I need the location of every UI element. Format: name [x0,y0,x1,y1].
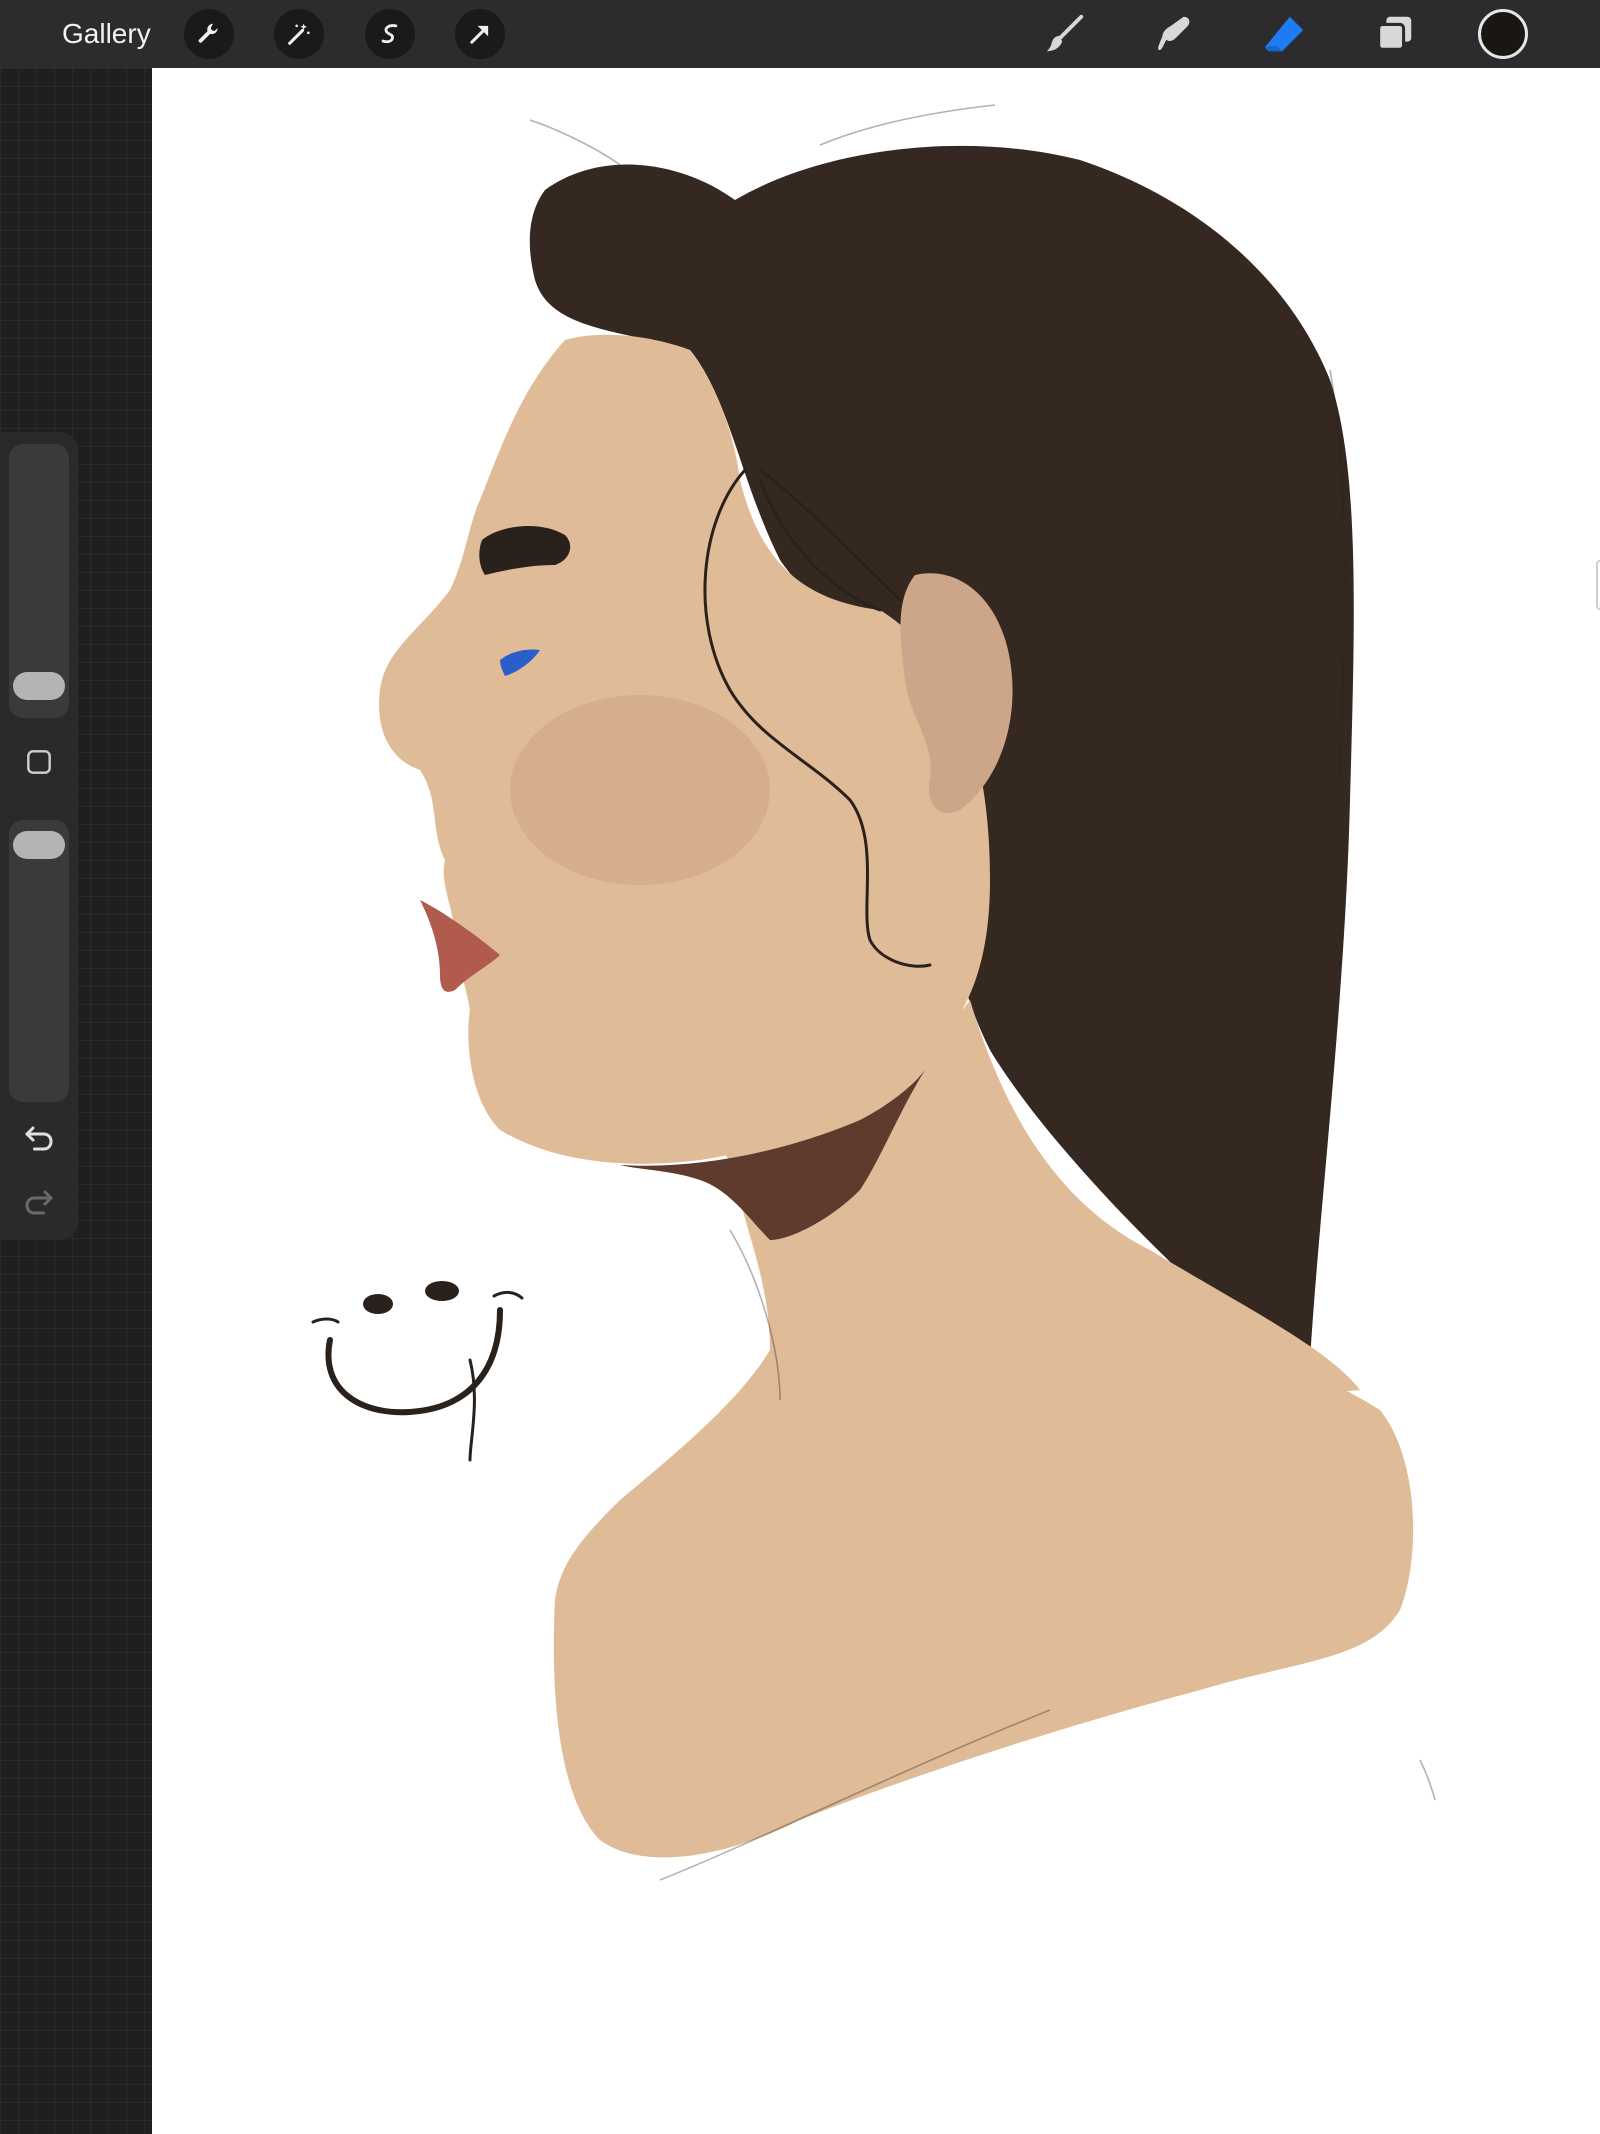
redo-button[interactable] [18,1180,60,1222]
artwork [311,104,1436,1881]
undo-icon [25,1126,53,1151]
brush-button[interactable] [1038,8,1090,60]
layers-icon [1377,16,1412,51]
eraser-button[interactable] [1258,8,1310,60]
square-icon [27,750,51,774]
brush-icon [1046,14,1084,52]
redo-icon [25,1190,53,1215]
actions-button[interactable] [184,9,234,59]
selection-button[interactable] [365,9,415,59]
brush-size-slider[interactable] [9,444,69,718]
top-toolbar: Gallery [0,0,1600,68]
magic-wand-icon [288,23,310,45]
smudge-button[interactable] [1148,8,1200,60]
opacity-slider[interactable] [9,820,69,1102]
modify-button[interactable] [21,744,57,780]
wrench-icon [198,23,218,43]
transform-arrow-icon [470,25,489,44]
procreate-app: Gallery [0,0,1600,2134]
opacity-thumb[interactable] [13,831,65,860]
adjustments-button[interactable] [274,9,324,59]
smudge-icon [1158,16,1190,51]
brush-size-thumb[interactable] [13,671,65,700]
color-picker-button[interactable] [1478,9,1528,59]
eraser-icon [1264,16,1304,52]
gallery-button[interactable]: Gallery [62,14,151,54]
transform-button[interactable] [455,9,505,59]
cheek-blush [510,695,770,885]
smiley-doodle [311,1281,524,1416]
selection-icon [381,24,398,44]
layers-button[interactable] [1368,8,1420,60]
drawing-canvas[interactable] [152,68,1600,2134]
undo-button[interactable] [18,1116,60,1158]
sidebar [0,432,78,1240]
canvas-edge-handle[interactable] [1596,560,1600,610]
